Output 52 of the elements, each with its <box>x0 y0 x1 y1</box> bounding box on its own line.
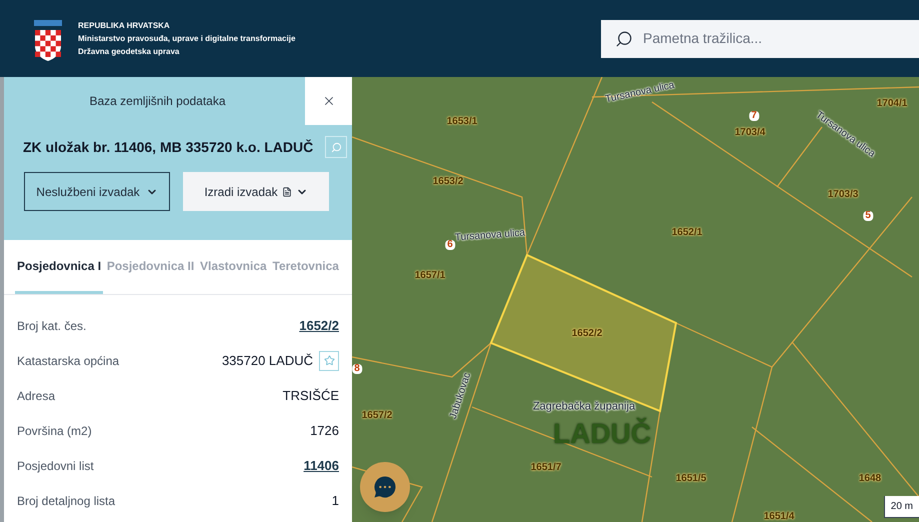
house-number: 5 <box>863 211 873 221</box>
parcel-number: 1651/4 <box>764 512 794 522</box>
field-label: Broj detaljnog lista <box>17 492 116 510</box>
place-name: Zagrebačka županija <box>532 402 636 412</box>
favorite-button[interactable] <box>319 350 339 370</box>
parcel-number: 1653/1 <box>446 117 478 127</box>
panel-title: Baza zemljišnih podataka <box>88 93 227 110</box>
street-name: Tursanova ulica <box>604 80 676 106</box>
house-number: 7 <box>749 111 759 121</box>
tab[interactable]: Posjedovnica I <box>15 240 104 294</box>
extract-dropdown-button[interactable]: Neslužbeni izvadak <box>24 172 170 211</box>
search-field[interactable]: Pametna tražilica... <box>601 20 919 58</box>
parcel-number: 1657/1 <box>414 271 446 281</box>
place-name: LADUČ <box>553 420 651 448</box>
field-label: Broj kat. čes. <box>17 318 86 334</box>
map-scale: 20 m <box>884 496 919 518</box>
value-link[interactable]: 1652/2 <box>299 316 339 336</box>
field-label: Katastarska općina <box>17 352 120 370</box>
extract-dropdown-button[interactable]: Izradi izvadak <box>183 172 329 211</box>
parcel-number: 1652/1 <box>672 228 702 238</box>
chat-button[interactable] <box>360 462 410 512</box>
field-label: Adresa <box>17 388 56 404</box>
agency-name: Državna geodetska uprava <box>78 46 180 56</box>
close-button[interactable] <box>305 77 352 125</box>
parcel-number: 1703/3 <box>828 190 858 200</box>
agency-name: Ministarstvo pravosuđa, uprave i digitalne transformacije <box>78 34 296 44</box>
field-value: TRSIŠĆE <box>282 386 339 405</box>
parcel-number: 1652/2 <box>572 329 602 339</box>
street-name: Tursanova ulica <box>454 228 526 244</box>
search-icon <box>330 142 342 152</box>
field-value: 1726 <box>310 422 339 440</box>
agency-name: REPUBLIKA HRVATSKA <box>78 20 171 30</box>
parcel-number: 1657/2 <box>362 411 392 421</box>
search-button[interactable] <box>325 136 348 158</box>
value-link[interactable]: 11406 <box>304 456 339 476</box>
parcel-number: 1651/5 <box>676 474 706 484</box>
star-icon <box>324 355 334 366</box>
parcel-number: 1653/2 <box>432 177 464 187</box>
parcel-number: 1651/7 <box>530 463 562 473</box>
parcel-number: 1703/4 <box>734 128 766 138</box>
parcel-number: 1704/1 <box>876 99 908 109</box>
parcel-number: 1648 <box>858 474 882 484</box>
house-number: 6 <box>445 240 455 250</box>
search-input[interactable]: Pametna tražilica... <box>643 28 919 49</box>
house-number: 8 <box>352 364 362 374</box>
field-value: 335720 LADUČ <box>222 352 313 370</box>
field-label: Posjedovni list <box>17 458 94 474</box>
document-icon <box>282 186 292 196</box>
search-icon <box>615 30 633 48</box>
record-heading: ZK uložak br. 11406, MB 335720 k.o. LADUČ <box>23 138 314 156</box>
field-value: 1 <box>332 492 339 510</box>
field-label: Površina (m2) <box>17 422 92 440</box>
